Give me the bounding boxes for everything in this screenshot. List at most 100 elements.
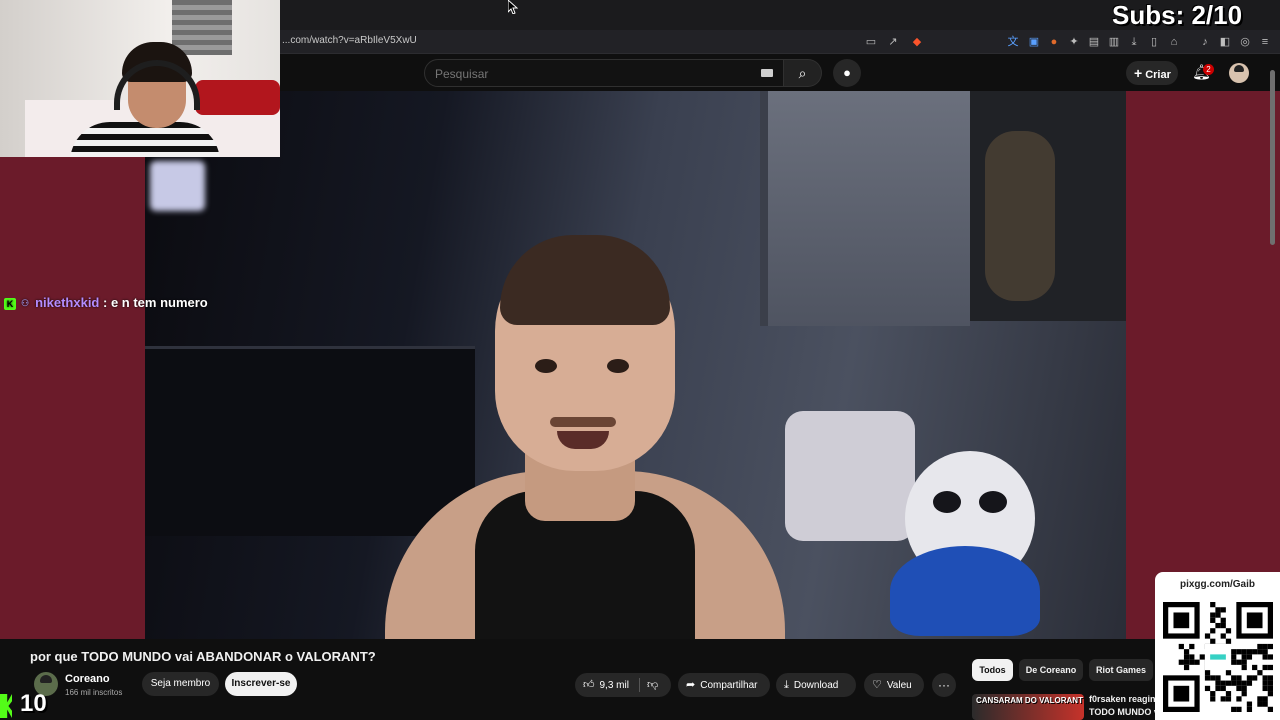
extension-icon[interactable]: ▣ bbox=[1027, 35, 1041, 49]
presenter-eye bbox=[607, 359, 629, 373]
qr-module bbox=[1246, 701, 1253, 707]
qr-module bbox=[1183, 664, 1190, 671]
share-icon: ➦ bbox=[686, 679, 696, 691]
qr-code-icon bbox=[1163, 602, 1273, 712]
vpn-icon[interactable]: ◎ bbox=[1238, 35, 1252, 49]
thumbs-down-icon[interactable]: 👎︎ bbox=[647, 673, 658, 697]
video-scene-plush-monkey bbox=[985, 131, 1055, 301]
qr-module bbox=[1204, 633, 1211, 639]
qr-module bbox=[1262, 675, 1268, 681]
webcam-window-blinds bbox=[172, 0, 232, 55]
qr-module bbox=[1204, 670, 1211, 676]
extension-icon[interactable]: ▤ bbox=[1087, 35, 1101, 49]
qr-module bbox=[1225, 680, 1232, 686]
qr-module bbox=[1236, 680, 1242, 686]
qr-module bbox=[1210, 602, 1216, 608]
sidebar-icon[interactable]: ◧ bbox=[1218, 35, 1232, 49]
chip-from-channel[interactable]: De Coreano bbox=[1019, 659, 1083, 681]
chip-all[interactable]: Todos bbox=[972, 659, 1013, 681]
qr-module bbox=[1183, 659, 1190, 665]
chip-riot-games[interactable]: Riot Games bbox=[1089, 659, 1153, 681]
account-avatar[interactable] bbox=[1229, 63, 1249, 83]
qr-module bbox=[1241, 680, 1247, 686]
page-scrollbar[interactable] bbox=[1270, 70, 1275, 245]
search-button[interactable]: ⌕ bbox=[784, 59, 822, 87]
qr-module bbox=[1257, 670, 1263, 676]
recommended-thumbnail-text: CANSARAM DO VALORANT bbox=[976, 696, 1083, 705]
subscribe-button[interactable]: Inscrever-se bbox=[225, 672, 297, 696]
qr-module bbox=[1236, 659, 1242, 665]
video-frame[interactable] bbox=[145, 91, 1126, 639]
qr-module bbox=[1215, 675, 1221, 681]
brave-shield-icon[interactable]: ◆ bbox=[910, 35, 924, 49]
qr-module bbox=[1257, 643, 1263, 650]
qr-module bbox=[1257, 701, 1263, 707]
qr-module bbox=[1231, 659, 1237, 665]
voice-search-button[interactable]: ● bbox=[833, 59, 861, 87]
music-icon[interactable]: ♪ bbox=[1198, 35, 1212, 49]
qr-module bbox=[1262, 649, 1268, 655]
share-page-icon[interactable]: ↗ bbox=[886, 35, 900, 49]
menu-icon[interactable]: ≡ bbox=[1258, 35, 1272, 49]
qr-module bbox=[1267, 691, 1273, 697]
qr-module bbox=[1267, 685, 1273, 692]
screen-icon[interactable]: ▭ bbox=[864, 35, 878, 49]
qr-finder bbox=[1246, 612, 1263, 629]
qr-module bbox=[1236, 696, 1242, 702]
url-text[interactable]: ...com/watch?v=aRbIleV5XwU bbox=[282, 35, 417, 46]
download-icon: ⤓ bbox=[784, 679, 789, 691]
channel-name[interactable]: Coreano bbox=[65, 673, 110, 685]
qr-module bbox=[1220, 685, 1226, 692]
qr-module bbox=[1194, 659, 1200, 665]
badge-icon: ⚇ bbox=[21, 298, 30, 309]
join-button[interactable]: Seja membro bbox=[142, 672, 219, 696]
chat-message: K ⚇ nikethxkid : e n tem numero bbox=[4, 295, 208, 313]
qr-module bbox=[1267, 664, 1273, 671]
qr-module bbox=[1252, 675, 1258, 681]
search-input[interactable] bbox=[435, 66, 735, 82]
qr-module bbox=[1246, 675, 1253, 681]
puzzle-icon[interactable]: ✦ bbox=[1067, 35, 1081, 49]
search-box[interactable] bbox=[424, 59, 784, 87]
qr-module bbox=[1225, 628, 1232, 634]
cast-icon[interactable]: ⌂ bbox=[1167, 35, 1181, 49]
qr-module bbox=[1210, 691, 1216, 697]
video-player[interactable] bbox=[0, 91, 1280, 639]
extension-icon[interactable]: ● bbox=[1047, 35, 1061, 49]
recommended-thumbnail[interactable]: CANSARAM DO VALORANT bbox=[972, 694, 1084, 720]
qr-module bbox=[1241, 691, 1247, 697]
trash-icon[interactable]: ▯ bbox=[1147, 35, 1161, 49]
qr-module bbox=[1236, 685, 1242, 692]
channel-subscriber-count: 166 mil inscritos bbox=[65, 688, 123, 697]
qr-module bbox=[1262, 685, 1268, 692]
qr-module bbox=[1257, 696, 1263, 702]
extension-icon[interactable]: ▥ bbox=[1107, 35, 1121, 49]
qr-module bbox=[1246, 649, 1253, 655]
thanks-label: Valeu bbox=[886, 680, 912, 691]
thanks-button[interactable]: ♡ Valeu bbox=[864, 673, 924, 697]
kick-logo-icon bbox=[0, 694, 12, 718]
qr-module bbox=[1267, 706, 1273, 712]
qr-module bbox=[1241, 664, 1247, 671]
qr-module bbox=[1231, 654, 1237, 660]
recommended-title-line[interactable]: f0rsaken reagin bbox=[1089, 694, 1156, 704]
presenter-moustache bbox=[550, 417, 616, 427]
like-dislike-group[interactable]: 👍︎ 9,3 mil 👎︎ bbox=[575, 673, 671, 697]
qr-module bbox=[1241, 659, 1247, 665]
create-button[interactable]: + Criar bbox=[1126, 61, 1178, 85]
qr-module bbox=[1231, 706, 1237, 712]
qr-module bbox=[1241, 685, 1247, 692]
translate-icon[interactable]: 文 bbox=[1006, 35, 1020, 49]
more-actions-button[interactable]: ··· bbox=[932, 673, 956, 697]
qr-module bbox=[1220, 607, 1226, 613]
download-manager-icon[interactable]: ⤓ bbox=[1127, 35, 1141, 49]
qr-module bbox=[1215, 622, 1221, 629]
download-button[interactable]: ⤓ Download bbox=[776, 673, 856, 697]
thumbs-up-icon[interactable]: 👍︎ bbox=[583, 673, 595, 697]
kick-icon: K bbox=[4, 297, 16, 310]
qr-module bbox=[1210, 617, 1216, 623]
recommended-title-line[interactable]: TODO MUNDO v bbox=[1089, 707, 1159, 717]
keyboard-icon[interactable] bbox=[761, 69, 773, 77]
qr-module bbox=[1215, 685, 1221, 692]
share-button[interactable]: ➦ Compartilhar bbox=[678, 673, 770, 697]
